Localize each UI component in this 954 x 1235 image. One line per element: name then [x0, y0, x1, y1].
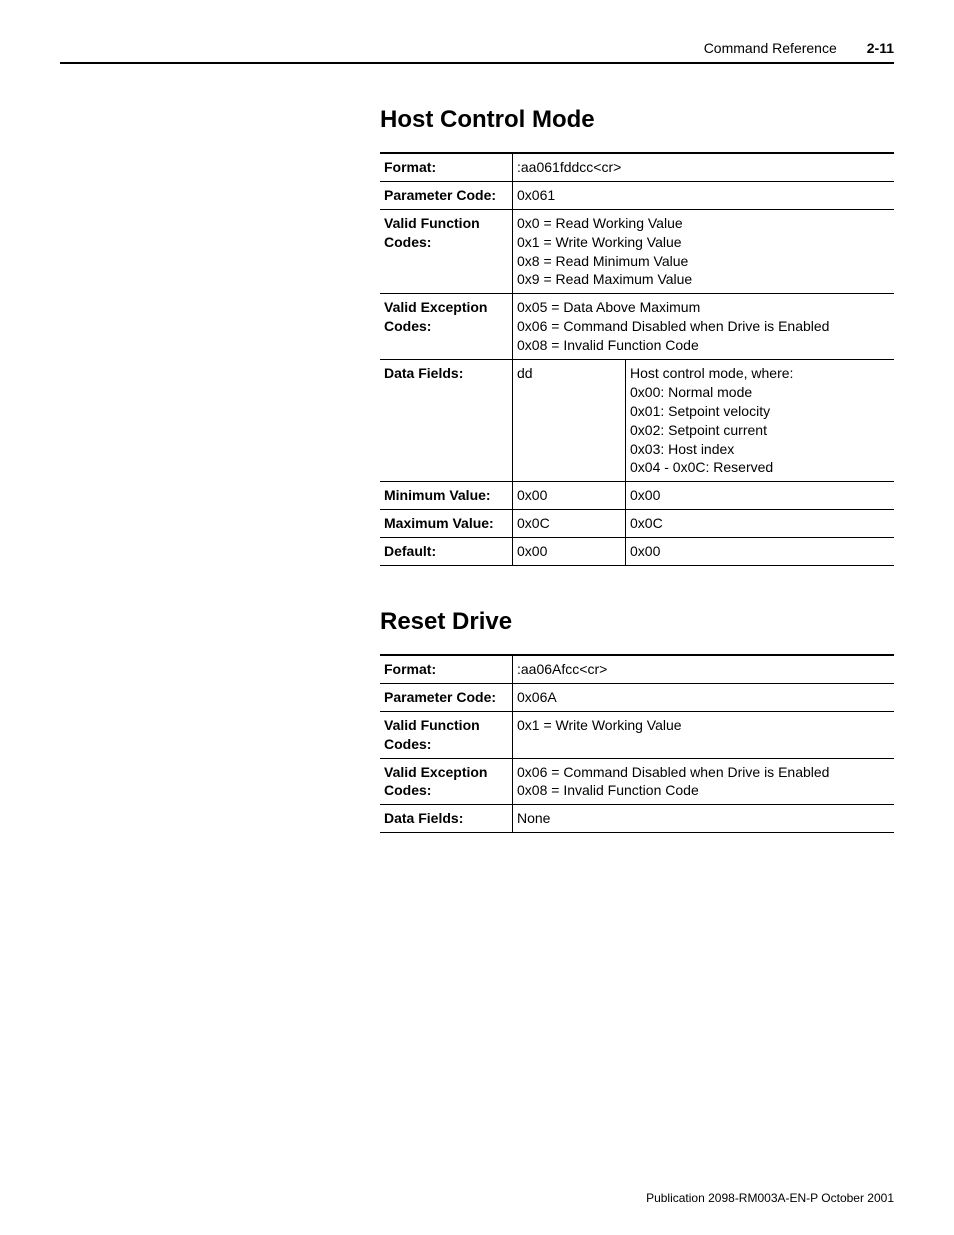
table-row: Minimum Value: 0x00 0x00: [380, 482, 894, 510]
table-row: Parameter Code: 0x061: [380, 181, 894, 209]
row-label: Valid Exception Codes:: [380, 294, 513, 360]
footer-publication: Publication 2098-RM003A-EN-P October 200…: [646, 1191, 894, 1205]
table-row: Valid Function Codes: 0x0 = Read Working…: [380, 209, 894, 294]
row-label: Minimum Value:: [380, 482, 513, 510]
table-row: Format: :aa06Afcc<cr>: [380, 655, 894, 683]
table-row: Default: 0x00 0x00: [380, 538, 894, 566]
row-label: Maximum Value:: [380, 510, 513, 538]
row-value-col2: 0x00: [626, 482, 895, 510]
row-value: 0x1 = Write Working Value: [513, 711, 895, 758]
row-value-col1: 0x0C: [513, 510, 626, 538]
table-row: Parameter Code: 0x06A: [380, 683, 894, 711]
row-value: :aa061fddcc<cr>: [513, 153, 895, 181]
page-header: Command Reference 2-11: [60, 40, 894, 64]
header-section-title: Command Reference: [704, 40, 837, 56]
row-label: Valid Function Codes:: [380, 209, 513, 294]
row-value-col2: 0x0C: [626, 510, 895, 538]
row-value: 0x06 = Command Disabled when Drive is En…: [513, 758, 895, 805]
row-value-col2: 0x00: [626, 538, 895, 566]
table-row: Data Fields: dd Host control mode, where…: [380, 360, 894, 482]
row-value: 0x0 = Read Working Value 0x1 = Write Wor…: [513, 209, 895, 294]
spec-table-reset-drive: Format: :aa06Afcc<cr> Parameter Code: 0x…: [380, 654, 894, 833]
row-value: 0x061: [513, 181, 895, 209]
row-label: Parameter Code:: [380, 683, 513, 711]
table-row: Valid Exception Codes: 0x05 = Data Above…: [380, 294, 894, 360]
row-label: Data Fields:: [380, 360, 513, 482]
row-value-col2: Host control mode, where: 0x00: Normal m…: [626, 360, 895, 482]
section-title-reset-drive: Reset Drive: [380, 608, 894, 636]
row-value: 0x06A: [513, 683, 895, 711]
row-value-col1: 0x00: [513, 538, 626, 566]
row-value: 0x05 = Data Above Maximum 0x06 = Command…: [513, 294, 895, 360]
row-label: Valid Function Codes:: [380, 711, 513, 758]
row-label: Default:: [380, 538, 513, 566]
row-label: Parameter Code:: [380, 181, 513, 209]
header-page-number: 2-11: [867, 40, 894, 56]
row-label: Data Fields:: [380, 805, 513, 833]
row-value: :aa06Afcc<cr>: [513, 655, 895, 683]
section-title-host-control-mode: Host Control Mode: [380, 106, 894, 134]
table-row: Data Fields: None: [380, 805, 894, 833]
spec-table-host-control-mode: Format: :aa061fddcc<cr> Parameter Code: …: [380, 152, 894, 566]
table-row: Valid Exception Codes: 0x06 = Command Di…: [380, 758, 894, 805]
table-row: Maximum Value: 0x0C 0x0C: [380, 510, 894, 538]
table-row: Format: :aa061fddcc<cr>: [380, 153, 894, 181]
row-label: Format:: [380, 153, 513, 181]
row-label: Valid Exception Codes:: [380, 758, 513, 805]
row-value: None: [513, 805, 895, 833]
table-row: Valid Function Codes: 0x1 = Write Workin…: [380, 711, 894, 758]
page: Command Reference 2-11 Host Control Mode…: [0, 0, 954, 1235]
row-value-col1: 0x00: [513, 482, 626, 510]
row-label: Format:: [380, 655, 513, 683]
content-column: Host Control Mode Format: :aa061fddcc<cr…: [380, 106, 894, 833]
row-value-col1: dd: [513, 360, 626, 482]
